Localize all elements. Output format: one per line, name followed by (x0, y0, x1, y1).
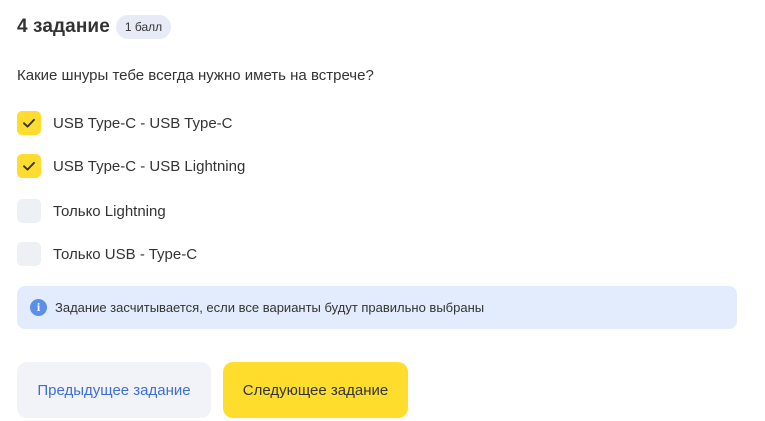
option-checkbox[interactable] (17, 199, 41, 223)
option-checkbox[interactable] (17, 242, 41, 266)
option-usb-c-usb-c[interactable]: USB Type-C - USB Type-C (17, 111, 233, 135)
checkmark-icon (23, 161, 35, 171)
task-page: 4 задание 1 балл Какие шнуры тебе всегда… (0, 0, 765, 421)
task-title: 4 задание (17, 16, 110, 37)
info-text: Задание засчитывается, если все варианты… (55, 300, 485, 315)
previous-task-button[interactable]: Предыдущее задание (17, 362, 211, 418)
option-checkbox[interactable] (17, 154, 41, 178)
info-icon: i (30, 299, 47, 316)
option-usb-c-lightning[interactable]: USB Type-C - USB Lightning (17, 154, 245, 178)
option-label: USB Type-C - USB Type-C (53, 114, 233, 132)
option-label: Только Lightning (53, 202, 166, 220)
option-label: Только USB - Type-C (53, 245, 198, 263)
info-banner: i Задание засчитывается, если все вариан… (17, 286, 737, 329)
option-checkbox[interactable] (17, 111, 41, 135)
option-lightning-only[interactable]: Только Lightning (17, 199, 166, 223)
option-label: USB Type-C - USB Lightning (53, 157, 246, 175)
option-usb-type-c-only[interactable]: Только USB - Type-C (17, 242, 197, 266)
next-task-button[interactable]: Следующее задание (223, 362, 408, 418)
question-text: Какие шнуры тебе всегда нужно иметь на в… (17, 67, 374, 84)
points-badge: 1 балл (115, 15, 172, 39)
task-header: 4 задание 1 балл (17, 15, 172, 39)
checkmark-icon (23, 118, 35, 128)
